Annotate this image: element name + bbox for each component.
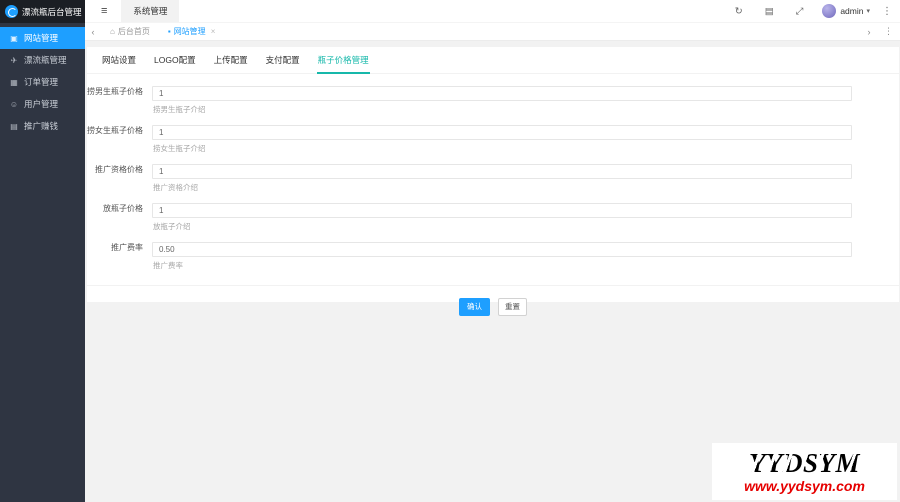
app-title: 漂流瓶后台管理	[22, 6, 82, 17]
sidebar-item-label: 网站管理	[24, 33, 59, 43]
tabs-more-icon[interactable]: ⋮	[884, 26, 893, 37]
promotion-icon: ▤	[10, 121, 18, 131]
sidebar-item-website[interactable]: ▣ 网站管理	[0, 27, 85, 49]
username[interactable]: admin	[840, 6, 863, 16]
tab-site-management-label: 网站管理	[173, 27, 206, 36]
message-icon[interactable]: ▤	[765, 6, 774, 17]
paper-plane-icon: ✈	[10, 55, 18, 65]
form-field-row: 捞女生瓶子价格 捞女生瓶子介绍	[87, 122, 899, 161]
female-bottle-price-input[interactable]	[152, 125, 852, 140]
watermark-logo: YYDSYM	[747, 447, 862, 479]
field-help: 推广资格介绍	[153, 183, 198, 192]
field-help: 放瓶子介绍	[153, 222, 191, 231]
tab-site-settings[interactable]: 网站设置	[93, 47, 145, 73]
sidebar-item-bottles[interactable]: ✈ 漂流瓶管理	[0, 49, 85, 71]
settings-card: 网站设置 LOGO配置 上传配置 支付配置 瓶子价格管理 捞男生瓶子价格 捞男生…	[87, 47, 899, 316]
promotion-qualification-price-input[interactable]	[152, 164, 852, 179]
calendar-icon: ▦	[10, 77, 18, 87]
settings-tabs: 网站设置 LOGO配置 上传配置 支付配置 瓶子价格管理	[87, 47, 899, 74]
avatar[interactable]	[822, 4, 837, 18]
fullscreen-icon[interactable]: ⤢	[796, 6, 804, 17]
website-icon: ▣	[10, 33, 18, 43]
tab-site-management[interactable]: ▪ 网站管理 ×	[159, 23, 225, 40]
reset-button[interactable]: 重置	[498, 298, 527, 316]
sidebar-item-users[interactable]: ☺ 用户管理	[0, 93, 85, 115]
hamburger-icon[interactable]: ≡	[101, 5, 107, 17]
tab-logo-config[interactable]: LOGO配置	[145, 47, 205, 73]
tab-bottle-price[interactable]: 瓶子价格管理	[309, 47, 378, 74]
form-field-row: 捞男生瓶子价格 捞男生瓶子介绍	[87, 83, 899, 122]
field-label: 推广费率	[111, 243, 143, 252]
header-tab-system[interactable]: 系统管理	[121, 0, 180, 22]
sidebar-item-label: 漂流瓶管理	[24, 55, 67, 65]
watermark-url: www.yydsym.com	[744, 477, 865, 494]
close-icon[interactable]: ×	[211, 27, 216, 36]
sidebar-item-label: 用户管理	[24, 99, 59, 109]
form-field-row: 放瓶子价格 放瓶子介绍	[87, 200, 899, 239]
form-field-row: 推广费率 推广费率	[87, 239, 899, 278]
page-tabbar: ‹ ⌂ 后台首页 ▪ 网站管理 × › ⋮	[85, 23, 900, 41]
app-logo-icon	[5, 5, 18, 18]
field-label: 捞女生瓶子价格	[87, 126, 143, 135]
field-label: 放瓶子价格	[103, 204, 143, 213]
tab-home[interactable]: ⌂ 后台首页	[101, 23, 159, 40]
throw-bottle-price-input[interactable]	[152, 203, 852, 218]
tabs-scroll-right-icon[interactable]: ›	[861, 27, 877, 37]
sidebar-item-label: 推广赚钱	[24, 121, 59, 131]
header: ≡ 系统管理 ↻ ▤ ⤢ admin ▾ ⋮	[85, 0, 900, 23]
home-icon: ⌂	[110, 27, 115, 36]
watermark: YYDSYM www.yydsym.com	[712, 443, 897, 500]
field-label: 推广资格价格	[95, 165, 143, 174]
app-root: 漂流瓶后台管理 ≡ 系统管理 ↻ ▤ ⤢ admin ▾ ⋮ ‹ ⌂ 后台首页 …	[0, 0, 900, 502]
app-logo[interactable]: 漂流瓶后台管理	[0, 0, 85, 23]
sidebar-item-label: 订单管理	[24, 77, 59, 87]
tab-payment-config[interactable]: 支付配置	[257, 47, 309, 73]
sidebar-item-promotion[interactable]: ▤ 推广赚钱	[0, 115, 85, 137]
square-icon: ▪	[167, 27, 171, 36]
promotion-rate-input[interactable]	[152, 242, 852, 257]
form-divider	[87, 285, 899, 286]
user-icon: ☺	[9, 99, 19, 109]
form-field-row: 推广资格价格 推广资格介绍	[87, 161, 899, 200]
more-vertical-icon[interactable]: ⋮	[882, 6, 892, 17]
field-help: 推广费率	[153, 261, 183, 270]
tab-upload-config[interactable]: 上传配置	[205, 47, 257, 73]
field-label: 捞男生瓶子价格	[87, 87, 143, 96]
field-help: 捞女生瓶子介绍	[153, 144, 206, 153]
refresh-icon[interactable]: ↻	[735, 6, 743, 17]
main-content: 网站设置 LOGO配置 上传配置 支付配置 瓶子价格管理 捞男生瓶子价格 捞男生…	[85, 41, 900, 502]
field-help: 捞男生瓶子介绍	[153, 105, 206, 114]
chevron-down-icon: ▾	[866, 8, 870, 15]
confirm-button[interactable]: 确认	[459, 298, 490, 316]
tabs-scroll-left-icon[interactable]: ‹	[85, 27, 101, 37]
sidebar-item-orders[interactable]: ▦ 订单管理	[0, 71, 85, 93]
bottle-price-form: 捞男生瓶子价格 捞男生瓶子介绍 捞女生瓶子价格 捞女生瓶子介绍 推广资格价格	[87, 74, 899, 316]
form-actions: 确认 重置	[87, 298, 899, 316]
male-bottle-price-input[interactable]	[152, 86, 852, 101]
tab-home-label: 后台首页	[117, 27, 150, 36]
sidebar: ▣ 网站管理 ✈ 漂流瓶管理 ▦ 订单管理 ☺ 用户管理 ▤ 推广赚钱	[0, 23, 85, 502]
